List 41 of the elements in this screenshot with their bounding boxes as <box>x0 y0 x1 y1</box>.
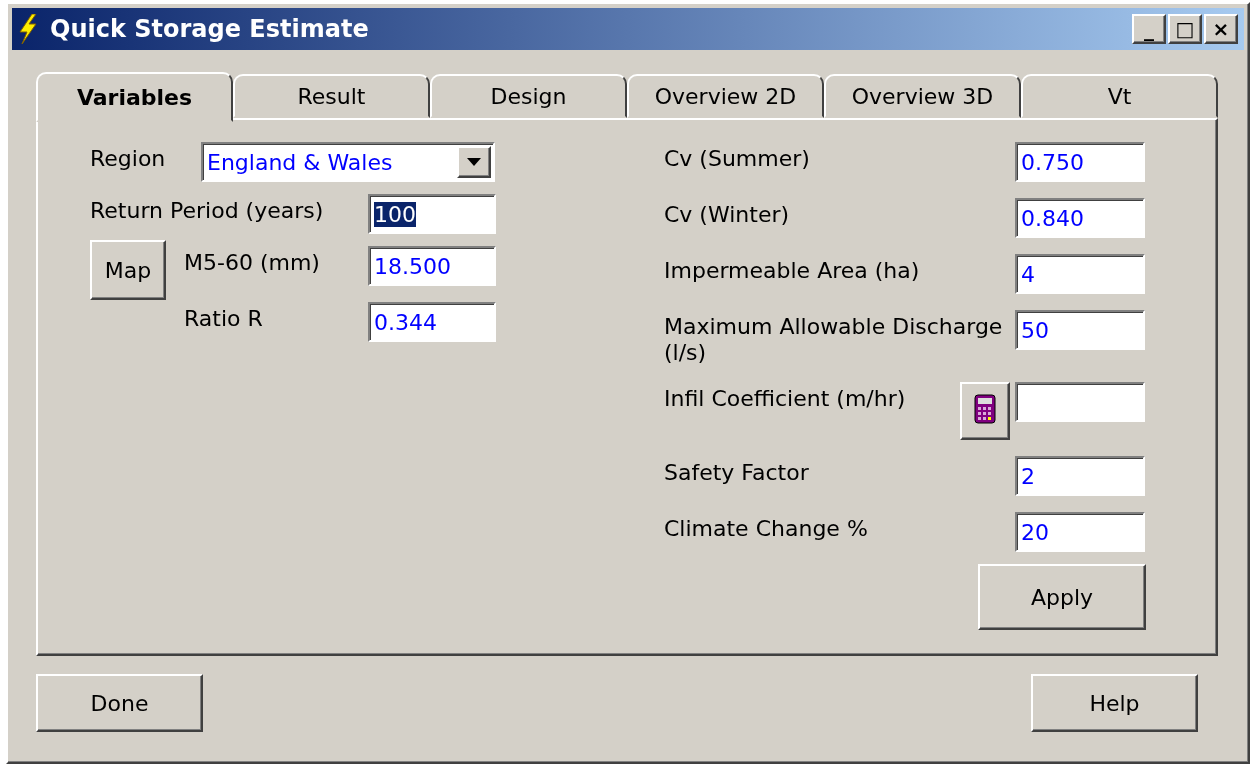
field-label: Climate Change % <box>664 515 869 542</box>
calculator-button[interactable] <box>960 382 1010 440</box>
close-button[interactable]: × <box>1204 14 1238 44</box>
field-label: Region <box>90 145 167 172</box>
input-field[interactable]: 100 <box>368 194 496 234</box>
field-label: Impermeable Area (ha) <box>664 257 921 284</box>
field-label: M5-60 (mm) <box>184 249 321 276</box>
input-field[interactable]: 18.500 <box>368 246 496 286</box>
input-field[interactable]: 4 <box>1015 254 1145 294</box>
input-field[interactable]: 2 <box>1015 456 1145 496</box>
tab[interactable]: Design <box>430 74 627 118</box>
field-label: Ratio R <box>184 305 264 332</box>
field-label: Maximum Allowable Discharge (l/s) <box>664 313 1004 366</box>
field-label: Cv (Winter) <box>664 201 791 228</box>
input-field[interactable]: 0.840 <box>1015 198 1145 238</box>
help-button[interactable]: Help <box>1031 674 1198 732</box>
field-label: Safety Factor <box>664 459 810 486</box>
input-field[interactable]: 50 <box>1015 310 1145 350</box>
tab[interactable]: Result <box>233 74 430 118</box>
input-field[interactable]: 0.344 <box>368 302 496 342</box>
tab[interactable]: Vt <box>1021 74 1218 118</box>
input-field[interactable]: 0.750 <box>1015 142 1145 182</box>
apply-button[interactable]: Apply <box>978 564 1146 630</box>
minimize-button[interactable]: _ <box>1132 14 1166 44</box>
dropdown-button[interactable] <box>457 146 491 178</box>
done-button[interactable]: Done <box>36 674 203 732</box>
dropdown-caret-icon <box>467 158 481 166</box>
input-field[interactable]: 20 <box>1015 512 1145 552</box>
input-field[interactable] <box>1015 382 1145 422</box>
tab[interactable]: Variables <box>36 72 233 122</box>
field-label: Cv (Summer) <box>664 145 811 172</box>
tab[interactable]: Overview 2D <box>627 74 824 118</box>
maximize-button[interactable]: □ <box>1168 14 1202 44</box>
map-button[interactable]: Map <box>90 240 166 300</box>
region-dropdown[interactable]: England & Wales <box>201 142 495 182</box>
calculator-icon <box>974 393 996 424</box>
field-label: Infil Coefficient (m/hr) <box>664 385 907 412</box>
tab[interactable]: Overview 3D <box>824 74 1021 118</box>
lightning-icon <box>18 14 38 44</box>
field-label: Return Period (years) <box>90 197 325 224</box>
window-title: Quick Storage Estimate <box>50 15 370 43</box>
